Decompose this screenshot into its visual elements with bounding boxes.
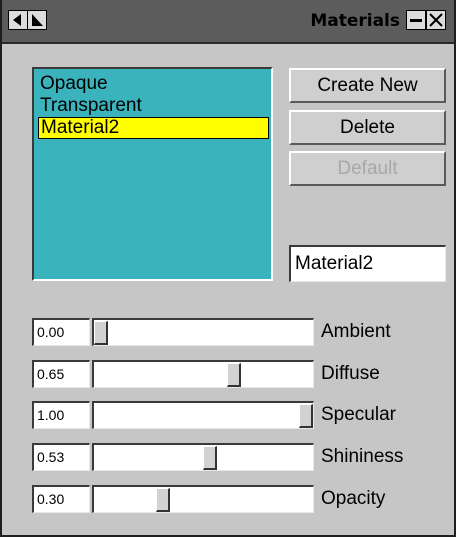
specular-row: 1.00 Specular bbox=[2, 401, 454, 431]
specular-slider-thumb[interactable] bbox=[299, 404, 313, 428]
shininess-slider[interactable] bbox=[92, 443, 314, 471]
shininess-label: Shininess bbox=[321, 446, 404, 467]
opacity-value-field[interactable]: 0.30 bbox=[32, 485, 90, 513]
specular-slider[interactable] bbox=[92, 401, 314, 429]
list-item-material2[interactable]: Material2 bbox=[38, 117, 269, 139]
list-item-transparent[interactable]: Transparent bbox=[38, 95, 269, 117]
create-new-button[interactable]: Create New bbox=[289, 68, 446, 103]
ambient-row: 0.00 Ambient bbox=[2, 318, 454, 348]
materials-list[interactable]: Opaque Transparent Material2 bbox=[32, 67, 273, 281]
arrow-down-right-icon[interactable] bbox=[27, 10, 47, 30]
shininess-value-field[interactable]: 0.53 bbox=[32, 443, 90, 471]
diffuse-value-field[interactable]: 0.65 bbox=[32, 360, 90, 388]
close-icon[interactable] bbox=[426, 10, 446, 30]
specular-value-field[interactable]: 1.00 bbox=[32, 401, 90, 429]
specular-label: Specular bbox=[321, 404, 396, 425]
materials-window: Materials Opaque Transparent Material2 C… bbox=[0, 0, 456, 537]
ambient-label: Ambient bbox=[321, 321, 391, 342]
ambient-slider-thumb[interactable] bbox=[94, 321, 108, 345]
title-bar[interactable]: Materials bbox=[2, 0, 454, 44]
material-name-field[interactable]: Material2 bbox=[289, 245, 446, 282]
opacity-row: 0.30 Opacity bbox=[2, 485, 454, 515]
opacity-slider[interactable] bbox=[92, 485, 314, 513]
diffuse-slider[interactable] bbox=[92, 360, 314, 388]
arrow-left-icon[interactable] bbox=[8, 10, 28, 30]
window-title: Materials bbox=[310, 11, 400, 31]
diffuse-slider-thumb[interactable] bbox=[227, 363, 241, 387]
default-button[interactable]: Default bbox=[289, 151, 446, 186]
shininess-slider-thumb[interactable] bbox=[203, 446, 217, 470]
ambient-value-field[interactable]: 0.00 bbox=[32, 318, 90, 346]
diffuse-label: Diffuse bbox=[321, 363, 380, 384]
shininess-row: 0.53 Shininess bbox=[2, 443, 454, 473]
list-item-opaque[interactable]: Opaque bbox=[38, 73, 269, 95]
ambient-slider[interactable] bbox=[92, 318, 314, 346]
opacity-slider-thumb[interactable] bbox=[156, 488, 170, 512]
opacity-label: Opacity bbox=[321, 488, 386, 509]
diffuse-row: 0.65 Diffuse bbox=[2, 360, 454, 390]
delete-button[interactable]: Delete bbox=[289, 110, 446, 145]
minimize-icon[interactable] bbox=[406, 10, 426, 30]
